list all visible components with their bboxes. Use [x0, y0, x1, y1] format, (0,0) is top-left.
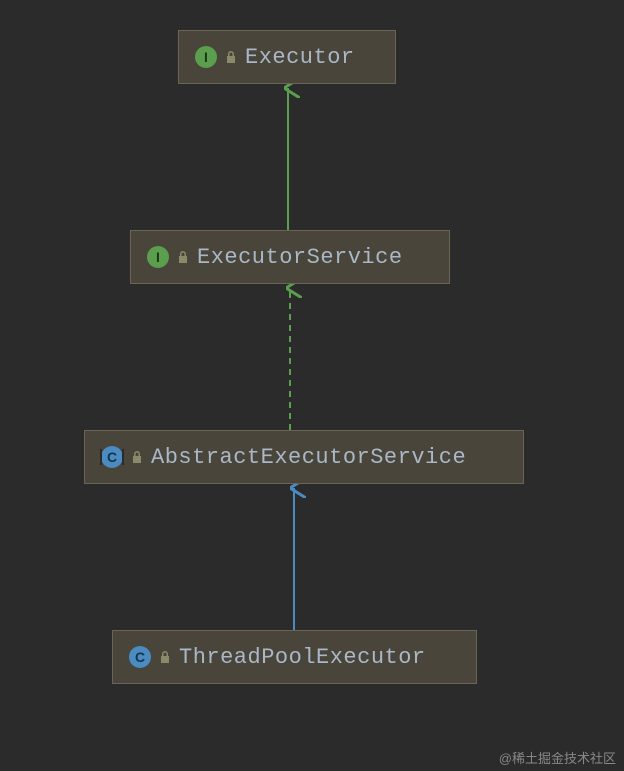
lock-icon	[131, 450, 143, 464]
abstract-class-icon: C	[101, 446, 123, 468]
class-hierarchy-diagram: I Executor I ExecutorService C AbstractE…	[0, 0, 624, 771]
arrow-threadpool-to-abstract	[286, 484, 306, 630]
interface-icon: I	[195, 46, 217, 68]
node-executor-service[interactable]: I ExecutorService	[130, 230, 450, 284]
interface-icon: I	[147, 246, 169, 268]
node-label: Executor	[245, 45, 355, 70]
arrow-abstract-to-executor-service	[282, 284, 302, 430]
arrow-executor-service-to-executor	[280, 84, 300, 230]
class-icon: C	[129, 646, 151, 668]
node-executor[interactable]: I Executor	[178, 30, 396, 84]
lock-icon	[225, 50, 237, 64]
node-abstract-executor-service[interactable]: C AbstractExecutorService	[84, 430, 524, 484]
node-label: AbstractExecutorService	[151, 445, 466, 470]
lock-icon	[159, 650, 171, 664]
watermark: @稀土掘金技术社区	[499, 748, 616, 767]
node-threadpool-executor[interactable]: C ThreadPoolExecutor	[112, 630, 477, 684]
node-label: ThreadPoolExecutor	[179, 645, 426, 670]
node-label: ExecutorService	[197, 245, 403, 270]
lock-icon	[177, 250, 189, 264]
